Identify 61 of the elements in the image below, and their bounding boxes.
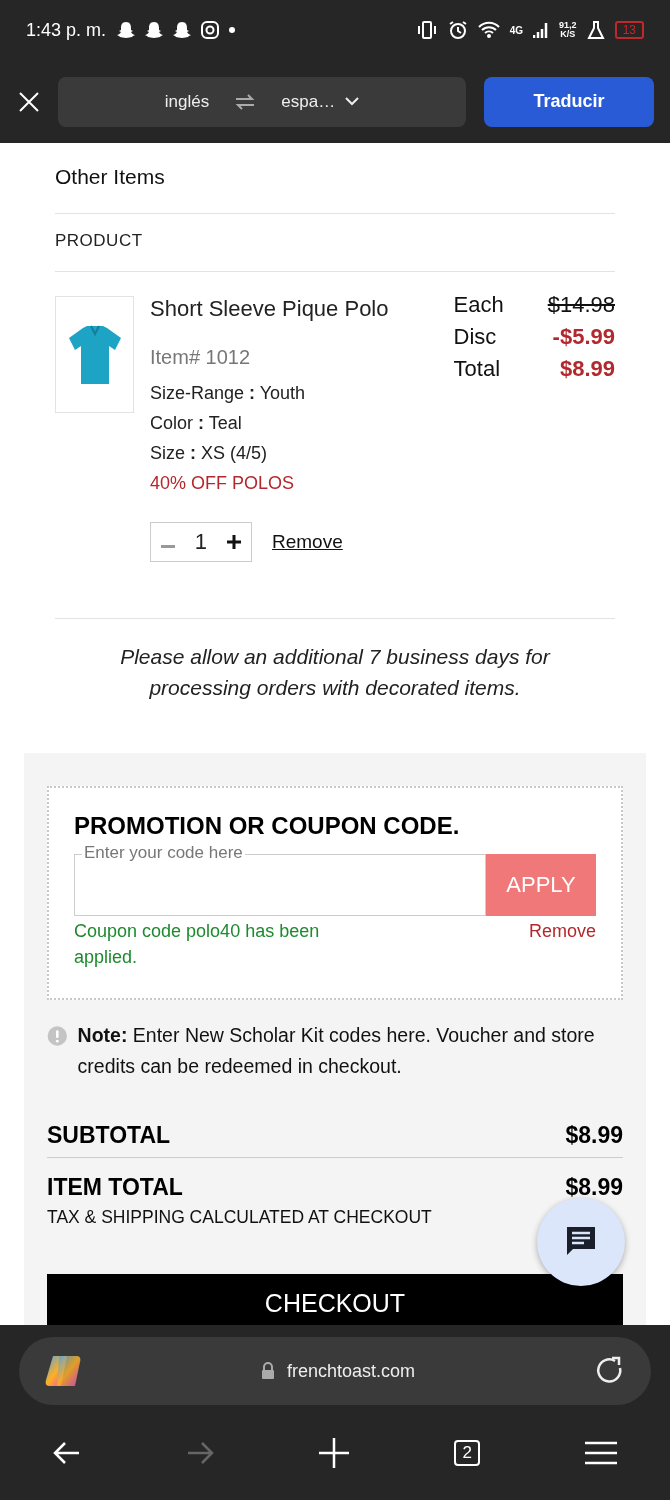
checkout-button[interactable]: CHECKOUT bbox=[47, 1274, 623, 1325]
data-speed: 91,2 bbox=[559, 21, 577, 30]
section-title: Other Items bbox=[55, 143, 615, 214]
address-bar[interactable]: frenchtoast.com bbox=[19, 1337, 651, 1405]
flask-icon bbox=[586, 20, 605, 40]
coupon-code-field[interactable]: Enter your code here bbox=[74, 843, 486, 916]
price-label: Total bbox=[453, 356, 502, 382]
tab-count-button[interactable]: 2 bbox=[454, 1439, 481, 1466]
polo-shirt-icon bbox=[66, 323, 123, 386]
alarm-icon bbox=[447, 20, 468, 40]
price-value: -$5.99 bbox=[551, 324, 615, 350]
quantity-stepper[interactable]: 1 bbox=[150, 522, 252, 562]
subtotal-label: SUBTOTAL bbox=[47, 1122, 171, 1149]
remove-coupon-link[interactable]: Remove bbox=[528, 918, 596, 970]
vibrate-icon bbox=[415, 20, 438, 40]
new-tab-icon[interactable] bbox=[318, 1437, 349, 1468]
remove-link[interactable]: Remove bbox=[272, 531, 343, 553]
ghost-icon bbox=[144, 20, 165, 40]
reload-icon[interactable] bbox=[595, 1356, 625, 1386]
product-name[interactable]: Short Sleeve Pique Polo bbox=[150, 296, 438, 322]
lock-icon bbox=[260, 1362, 275, 1380]
item-total-value: $8.99 bbox=[565, 1174, 623, 1201]
note-text: Note: Enter New Scholar Kit codes here. Voucher and store credits can be redeemed in checkout. bbox=[77, 1023, 596, 1079]
tax-note: TAX & SHIPPING CALCULATED AT CHECKOUT bbox=[47, 1207, 433, 1228]
promo-label: 40% OFF POLOS bbox=[150, 473, 296, 494]
url-text[interactable]: frenchtoast.com bbox=[286, 1360, 416, 1382]
signal-icon bbox=[533, 21, 550, 39]
processing-notice: Please allow an additional 7 business days for processing orders with decorated items. bbox=[119, 644, 552, 701]
network-type: 4G bbox=[509, 24, 524, 36]
status-time: 1:43 p. m. bbox=[26, 19, 107, 41]
coupon-title: PROMOTION OR COUPON CODE. bbox=[74, 812, 461, 840]
product-attribute: Color : Teal bbox=[150, 413, 243, 434]
dot-icon bbox=[228, 26, 237, 34]
close-icon[interactable] bbox=[18, 90, 40, 113]
price-label: Each bbox=[453, 292, 504, 318]
product-attribute: Size-Range : Youth bbox=[150, 383, 307, 404]
price-label: Disc bbox=[453, 324, 498, 350]
language-selector[interactable]: inglés espa… bbox=[58, 76, 466, 127]
ghost-icon bbox=[116, 20, 137, 40]
swap-icon[interactable] bbox=[235, 93, 256, 110]
data-speed-unit: K/S bbox=[560, 30, 576, 39]
sparkle-logo-icon[interactable] bbox=[45, 1354, 81, 1388]
product-attribute: Size : XS (4/5) bbox=[150, 443, 269, 464]
quantity-value: 1 bbox=[194, 529, 208, 555]
item-number: Item# 1012 bbox=[150, 346, 252, 369]
wifi-icon bbox=[477, 21, 500, 39]
price-value: $14.98 bbox=[547, 292, 615, 318]
menu-icon[interactable] bbox=[585, 1440, 618, 1465]
translate-button[interactable]: Traducir bbox=[484, 76, 654, 127]
target-language[interactable]: espa… bbox=[281, 91, 336, 112]
column-header: PRODUCT bbox=[55, 214, 615, 272]
ghost-icon bbox=[172, 20, 193, 40]
source-language[interactable]: inglés bbox=[164, 91, 210, 112]
battery-level: 13 bbox=[614, 21, 644, 39]
item-total-label: ITEM TOTAL bbox=[47, 1174, 183, 1201]
coupon-message: Coupon code polo40 has been applied. bbox=[74, 920, 321, 969]
price-value: $8.99 bbox=[558, 356, 615, 382]
back-icon[interactable] bbox=[52, 1440, 81, 1465]
camera-icon bbox=[200, 20, 221, 40]
subtotal-value: $8.99 bbox=[565, 1122, 623, 1149]
chevron-down-icon[interactable] bbox=[345, 97, 360, 106]
